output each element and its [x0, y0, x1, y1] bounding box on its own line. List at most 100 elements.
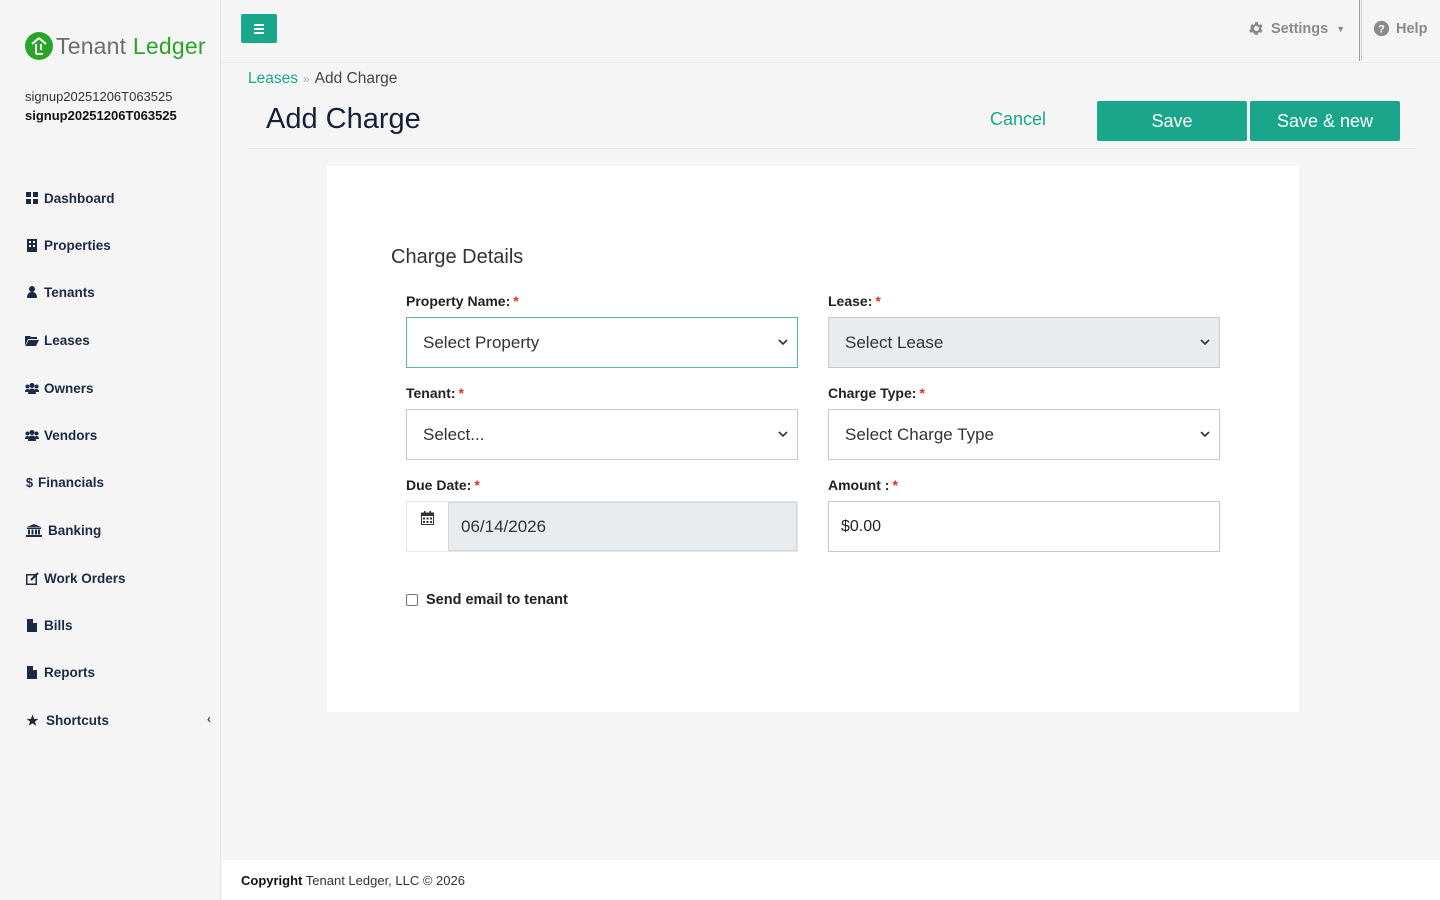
user-icon: [25, 285, 39, 299]
header-divider: [248, 148, 1416, 149]
sidebar: Tenant Ledger signup20251206T063525 sign…: [0, 0, 221, 900]
help-link[interactable]: ? Help: [1373, 20, 1427, 37]
breadcrumb-current: Add Charge: [314, 70, 398, 87]
caret-down-icon: ▼: [1336, 23, 1346, 34]
section-title: Charge Details: [391, 246, 524, 268]
chevron-down-icon: [778, 431, 788, 438]
double-chevron-right-icon: »: [302, 72, 310, 86]
amount-input[interactable]: $0.00: [828, 501, 1220, 552]
lease-select[interactable]: Select Lease: [828, 317, 1220, 368]
settings-label: Settings: [1271, 20, 1329, 37]
amount-label-text: Amount :: [828, 477, 890, 493]
sidebar-item-label: Work Orders: [44, 570, 126, 586]
dollar-icon: $: [25, 474, 34, 490]
building-icon: [25, 238, 39, 252]
chevron-down-icon: [1200, 431, 1210, 438]
breadcrumb-leases-link[interactable]: Leases: [248, 70, 298, 88]
sidebar-item-label: Properties: [44, 237, 111, 253]
property-select[interactable]: Select Property: [406, 317, 798, 368]
sidebar-item-reports[interactable]: Reports: [25, 660, 95, 684]
users-icon: [25, 381, 39, 395]
required-marker: *: [513, 293, 519, 309]
sidebar-toggle-button[interactable]: [241, 14, 277, 43]
tenant-select[interactable]: Select...: [406, 409, 798, 460]
sidebar-item-label: Shortcuts: [46, 712, 110, 728]
sidebar-item-label: Financials: [38, 474, 105, 490]
hamburger-icon: [254, 23, 264, 26]
calendar-icon[interactable]: [407, 502, 448, 551]
settings-menu[interactable]: Settings ▼: [1248, 20, 1345, 37]
save-button[interactable]: Save: [1097, 101, 1247, 141]
charge-type-select[interactable]: Select Charge Type: [828, 409, 1220, 460]
due-date-field: 06/14/2026: [406, 501, 798, 552]
sidebar-item-label: Owners: [44, 380, 94, 396]
sidebar-item-label: Banking: [48, 522, 102, 538]
edit-icon: [25, 571, 39, 585]
tenant-label: Tenant: *: [406, 385, 464, 401]
sidebar-item-label: Leases: [44, 332, 90, 348]
property-name-label: Property Name: *: [406, 293, 519, 309]
sidebar-item-financials[interactable]: $ Financials: [25, 470, 104, 494]
property-name-label-text: Property Name:: [406, 293, 511, 309]
sidebar-item-leases[interactable]: Leases: [25, 328, 90, 352]
copyright-label: Copyright: [241, 873, 303, 888]
topbar-divider-line: [221, 62, 1440, 63]
send-email-label: Send email to tenant: [426, 592, 568, 608]
user-name: signup20251206T063525: [25, 89, 173, 104]
star-icon: [25, 713, 39, 727]
breadcrumb: Leases » Add Charge: [248, 70, 397, 88]
brand-name-part2: Ledger: [132, 33, 206, 59]
chevron-left-icon[interactable]: ‹: [207, 712, 211, 726]
footer: Copyright Tenant Ledger, LLC © 2026: [221, 860, 1440, 900]
cancel-button[interactable]: Cancel: [990, 109, 1046, 130]
sidebar-item-properties[interactable]: Properties: [25, 233, 111, 257]
tenant-select-value: Select...: [423, 424, 485, 444]
required-marker: *: [458, 385, 464, 401]
brand-logo[interactable]: Tenant Ledger: [25, 32, 206, 60]
sidebar-item-dashboard[interactable]: Dashboard: [25, 186, 115, 210]
question-circle-icon: ?: [1373, 20, 1390, 37]
lease-label-text: Lease:: [828, 293, 873, 309]
charge-type-select-value: Select Charge Type: [845, 424, 994, 444]
sidebar-item-owners[interactable]: Owners: [25, 376, 94, 400]
users-icon: [25, 428, 39, 442]
tenant-label-text: Tenant:: [406, 385, 456, 401]
sidebar-item-banking[interactable]: Banking: [25, 518, 101, 542]
amount-label: Amount : *: [828, 477, 898, 493]
property-select-value: Select Property: [423, 332, 540, 352]
sidebar-item-tenants[interactable]: Tenants: [25, 280, 95, 304]
required-marker: *: [892, 477, 898, 493]
sidebar-item-label: Vendors: [44, 427, 98, 443]
sidebar-item-bills[interactable]: Bills: [25, 613, 73, 637]
sidebar-item-work-orders[interactable]: Work Orders: [25, 566, 126, 590]
brand-name-part1: Tenant: [56, 33, 127, 59]
charge-type-label-text: Charge Type:: [828, 385, 917, 401]
send-email-option[interactable]: Send email to tenant: [406, 592, 568, 608]
logo-icon: [25, 32, 53, 60]
user-account: signup20251206T063525: [25, 108, 177, 123]
required-marker: *: [474, 477, 480, 493]
charge-form-card: Charge Details Property Name: * Select Pr…: [327, 166, 1299, 712]
copyright-text: Copyright Tenant Ledger, LLC © 2026: [241, 873, 465, 888]
send-email-checkbox[interactable]: [406, 594, 418, 606]
file-icon: [25, 618, 39, 632]
due-date-label: Due Date: *: [406, 477, 480, 493]
dashboard-icon: [25, 191, 39, 205]
due-date-label-text: Due Date:: [406, 477, 472, 493]
chevron-down-icon: [778, 339, 788, 346]
brand-name: Tenant Ledger: [56, 32, 206, 60]
due-date-input[interactable]: 06/14/2026: [448, 502, 797, 551]
sidebar-item-label: Bills: [44, 617, 73, 633]
page-title: Add Charge: [266, 103, 421, 135]
gear-icon: [1249, 22, 1263, 35]
svg-text:?: ?: [1378, 23, 1385, 35]
sidebar-item-vendors[interactable]: Vendors: [25, 423, 97, 447]
required-marker: *: [875, 293, 881, 309]
lease-label: Lease: *: [828, 293, 881, 309]
bank-icon: [25, 523, 43, 537]
sidebar-item-shortcuts[interactable]: Shortcuts ‹: [25, 708, 211, 732]
required-marker: *: [919, 385, 925, 401]
save-and-new-button[interactable]: Save & new: [1250, 101, 1400, 141]
sidebar-item-label: Tenants: [44, 284, 95, 300]
charge-type-label: Charge Type: *: [828, 385, 925, 401]
